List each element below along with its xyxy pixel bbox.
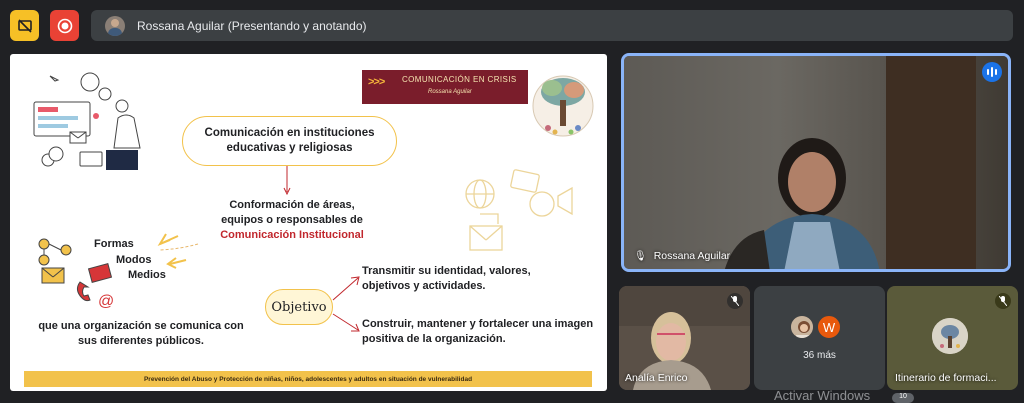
main-topic-bubble: Comunicación en instituciones educativas… xyxy=(182,116,397,166)
banner-author: Rossana Aguilar xyxy=(428,89,472,95)
slide-banner: >>> COMUNICACIÓN EN CRISIS Rossana Aguil… xyxy=(362,70,528,104)
mic-off-icon xyxy=(727,293,743,309)
comunicacion-institucional: Comunicación Institucional xyxy=(220,229,364,241)
modos-label: Modos xyxy=(116,254,152,266)
conformacion-line-2: equipos o responsables de xyxy=(221,214,363,226)
participant-name: Itinerario de formaci... xyxy=(895,372,997,384)
presenter-pill[interactable]: Rossana Aguilar (Presentando y anotando) xyxy=(91,10,1013,41)
office-illustration xyxy=(33,72,141,170)
speaker-figure xyxy=(724,138,880,269)
formas-label: Formas xyxy=(94,238,134,250)
meeting-top-bar: Rossana Aguilar (Presentando y anotando) xyxy=(0,0,1024,52)
conformacion-text: Conformación de áreas, equipos o respons… xyxy=(206,198,378,243)
record-icon[interactable] xyxy=(50,10,79,41)
medios-label: Medios xyxy=(128,269,166,281)
slide-footer: Prevención del Abuso y Protección de niñ… xyxy=(24,371,592,387)
presenter-label: Rossana Aguilar (Presentando y anotando) xyxy=(137,18,367,33)
speaking-indicator-icon xyxy=(982,62,1002,82)
participant-tile-itinerario[interactable]: Itinerario de formaci... xyxy=(887,286,1018,390)
participant-tile-analia[interactable]: Analía Enrico xyxy=(619,286,750,390)
avatar xyxy=(105,15,125,36)
construir-text: Construir, mantener y fortalecer una ima… xyxy=(362,318,594,345)
bookshelf xyxy=(886,56,976,269)
presentation-off-icon[interactable] xyxy=(10,10,39,41)
transmitir-text: Transmitir su identidad, valores, objeti… xyxy=(362,265,531,292)
main-speaker-name: 🎙 Rossana Aguilar xyxy=(634,250,730,262)
mic-off-icon xyxy=(995,293,1011,309)
banner-arrows: >>> xyxy=(368,76,385,88)
more-participants-count: 36 más xyxy=(803,350,836,361)
main-speaker-video[interactable]: 🎙 Rossana Aguilar xyxy=(621,53,1011,272)
svg-text:@: @ xyxy=(98,293,114,310)
conformacion-line-1: Conformación de áreas, xyxy=(229,199,355,211)
watermark-badge: 10 xyxy=(892,393,914,403)
organizacion-text: que una organización se comunica con sus… xyxy=(38,320,244,347)
decorative-icons xyxy=(465,169,573,251)
shared-slide: @ >>> COMUNICACIÓN EN CRISIS Rossana Agu… xyxy=(10,54,607,391)
pin-icon: 🎙 xyxy=(634,250,647,262)
main-speaker-label: Rossana Aguilar xyxy=(653,250,731,262)
tree-illustration xyxy=(532,75,594,137)
avatar-letter: W xyxy=(816,314,842,340)
avatar xyxy=(932,318,968,354)
participant-name: Analía Enrico xyxy=(625,372,688,384)
banner-title: COMUNICACIÓN EN CRISIS xyxy=(402,75,517,84)
avatar xyxy=(789,314,815,340)
more-participants-tile[interactable]: W 36 más xyxy=(754,286,885,390)
objetivo-bubble: Objetivo xyxy=(265,289,333,325)
